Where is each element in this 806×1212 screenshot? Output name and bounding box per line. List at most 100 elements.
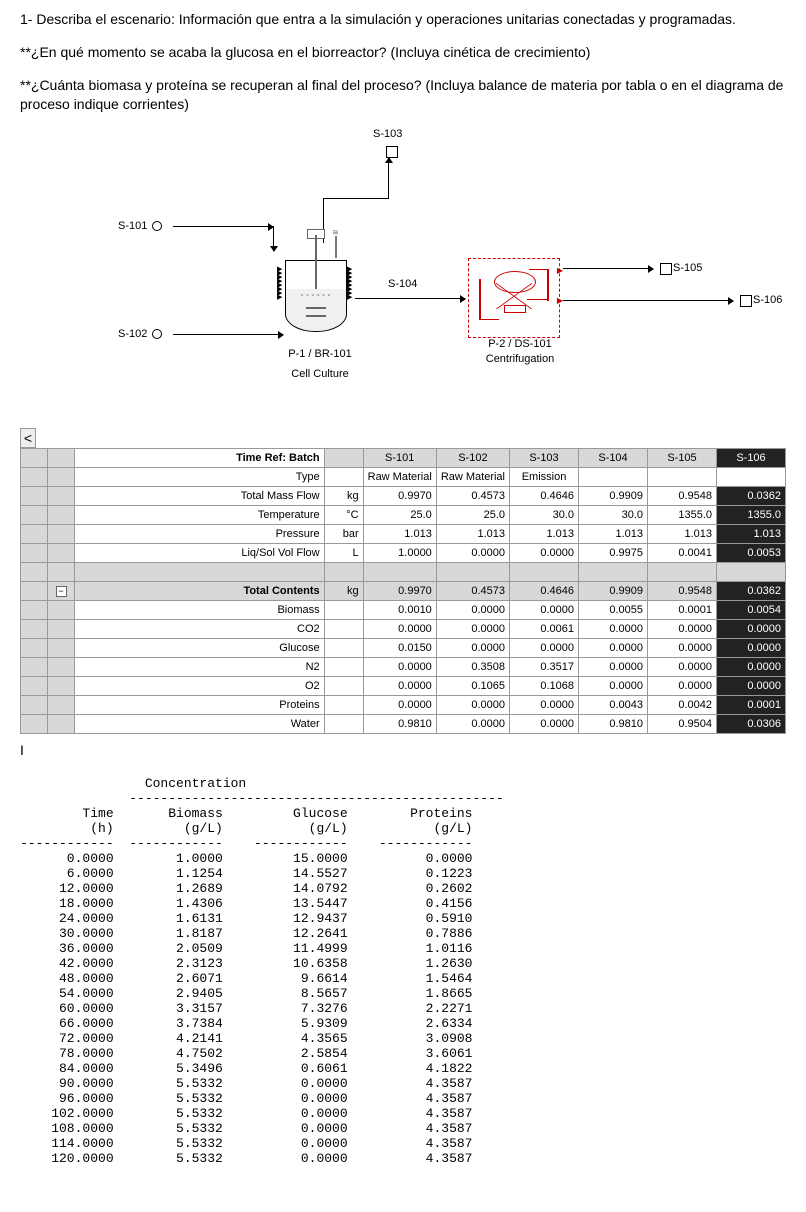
o2-s105: 0.0000 (648, 676, 717, 695)
o2-s103: 0.1068 (510, 676, 579, 695)
row-press: Pressure (75, 524, 325, 543)
proteins-s105: 0.0042 (648, 695, 717, 714)
collapse-toggle[interactable]: − (56, 586, 67, 597)
tc-s102: 0.4573 (436, 581, 509, 600)
glucose-s104: 0.0000 (579, 638, 648, 657)
row-tmf: Total Mass Flow (75, 486, 325, 505)
lsvf-s101: 1.0000 (363, 543, 436, 562)
col-s105[interactable]: S-105 (648, 448, 717, 467)
jacket-right-arrows: ▶▶▶▶▶▶▶▶ (347, 268, 352, 300)
type-s106 (717, 467, 786, 486)
row-comp-proteins: Proteins (75, 695, 325, 714)
lsvf-s105: 0.0041 (648, 543, 717, 562)
n2-s104: 0.0000 (579, 657, 648, 676)
temp-s106: 1355.0 (717, 505, 786, 524)
water-s105: 0.9504 (648, 714, 717, 733)
concentration-table: Concentration --------------------------… (20, 776, 786, 1166)
co2-s105: 0.0000 (648, 619, 717, 638)
press-s104: 1.013 (579, 524, 648, 543)
proteins-s106: 0.0001 (717, 695, 786, 714)
o2-s101: 0.0000 (363, 676, 436, 695)
lsvf-s103: 0.0000 (510, 543, 579, 562)
bioreactor-icon: ∘∘∘∘∘∘ (285, 260, 347, 332)
line-s106 (563, 300, 733, 301)
proteins-s104: 0.0043 (579, 695, 648, 714)
co2-s102: 0.0000 (436, 619, 509, 638)
row-comp-biomass: Biomass (75, 600, 325, 619)
biomass-s102: 0.0000 (436, 600, 509, 619)
stream-table: Time Ref: Batch S-101 S-102 S-103 S-104 … (20, 448, 786, 734)
tc-s106: 0.0362 (717, 581, 786, 600)
water-s102: 0.0000 (436, 714, 509, 733)
question-3: **¿Cuánta biomasa y proteína se recupera… (20, 76, 786, 114)
stream-s104-label: S-104 (388, 278, 417, 290)
o2-s106: 0.0000 (717, 676, 786, 695)
unit-tc: kg (324, 581, 363, 600)
tc-s103: 0.4646 (510, 581, 579, 600)
n2-s106: 0.0000 (717, 657, 786, 676)
stream-s102-label: S-102 (118, 328, 164, 340)
scroll-left-button[interactable]: < (20, 428, 36, 448)
question-1: 1- Describa el escenario: Información qu… (20, 10, 786, 29)
tmf-s103: 0.4646 (510, 486, 579, 505)
row-comp-co2: CO2 (75, 619, 325, 638)
row-temp: Temperature (75, 505, 325, 524)
co2-s101: 0.0000 (363, 619, 436, 638)
proteins-s101: 0.0000 (363, 695, 436, 714)
type-s103: Emission (510, 467, 579, 486)
lsvf-s104: 0.9975 (579, 543, 648, 562)
tmf-s106: 0.0362 (717, 486, 786, 505)
co2-s104: 0.0000 (579, 619, 648, 638)
agitator-blade-top (306, 307, 326, 309)
o2-s104: 0.0000 (579, 676, 648, 695)
row-comp-o2: O2 (75, 676, 325, 695)
temp-s103: 30.0 (510, 505, 579, 524)
row-type: Type (75, 467, 325, 486)
row-total-contents: Total Contents (75, 581, 325, 600)
line-s103 (388, 158, 389, 198)
row-lsvf: Liq/Sol Vol Flow (75, 543, 325, 562)
proteins-s102: 0.0000 (436, 695, 509, 714)
col-s106[interactable]: S-106 (717, 448, 786, 467)
tmf-s105: 0.9548 (648, 486, 717, 505)
temp-s101: 25.0 (363, 505, 436, 524)
line-s104 (355, 298, 465, 299)
temp-s105: 1355.0 (648, 505, 717, 524)
type-s101: Raw Material (363, 467, 436, 486)
glucose-s106: 0.0000 (717, 638, 786, 657)
glucose-s105: 0.0000 (648, 638, 717, 657)
n2-s101: 0.0000 (363, 657, 436, 676)
row-comp-n2: N2 (75, 657, 325, 676)
water-s101: 0.9810 (363, 714, 436, 733)
col-s102[interactable]: S-102 (436, 448, 509, 467)
col-s101[interactable]: S-101 (363, 448, 436, 467)
sink-s106-icon (740, 295, 752, 307)
stream-s102-source-icon (152, 329, 162, 339)
centrifuge-stand-icon (504, 305, 526, 313)
stream-s105-label: S-105 (673, 262, 702, 274)
o2-s102: 0.1065 (436, 676, 509, 695)
col-s104[interactable]: S-104 (579, 448, 648, 467)
tmf-s104: 0.9909 (579, 486, 648, 505)
line-s103-h (323, 198, 389, 199)
process-diagram: S-103 S-101 S-102 ▶▶▶▶▶▶▶▶ ▶▶▶▶▶▶▶▶ ∘∘∘∘… (23, 128, 783, 418)
row-comp-water: Water (75, 714, 325, 733)
n2-s105: 0.0000 (648, 657, 717, 676)
jacket-left-arrows: ▶▶▶▶▶▶▶▶ (277, 268, 282, 300)
tmf-s101: 0.9970 (363, 486, 436, 505)
line-s102 (173, 334, 283, 335)
stream-s101-label: S-101 (118, 220, 164, 232)
biomass-s103: 0.0000 (510, 600, 579, 619)
centrifuge-sub: Centrifugation (475, 353, 565, 365)
lsvf-s102: 0.0000 (436, 543, 509, 562)
unit-temp: °C (324, 505, 363, 524)
biomass-s101: 0.0010 (363, 600, 436, 619)
water-s103: 0.0000 (510, 714, 579, 733)
lsvf-s106: 0.0053 (717, 543, 786, 562)
press-s105: 1.013 (648, 524, 717, 543)
press-s106: 1.013 (717, 524, 786, 543)
reactor-liquid: ∘∘∘∘∘∘ (286, 289, 346, 331)
col-s103[interactable]: S-103 (510, 448, 579, 467)
reactor-sub: Cell Culture (275, 368, 365, 380)
line-s105 (563, 268, 653, 269)
